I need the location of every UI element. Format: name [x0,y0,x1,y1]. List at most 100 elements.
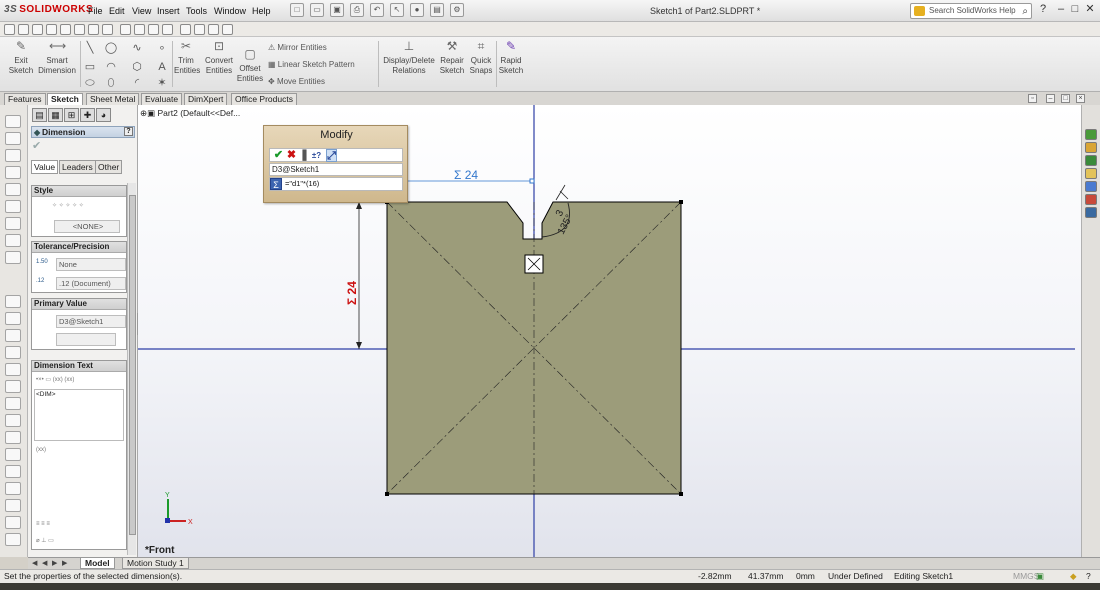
text-icon[interactable]: A [155,61,169,73]
spline-icon[interactable]: ∿ [130,42,144,54]
design-library-icon[interactable] [1085,142,1097,153]
rebuild-status-icon[interactable]: ▣ [1036,570,1044,583]
sketch-tool-icon[interactable] [5,431,21,444]
equation-sigma-icon[interactable]: Σ [270,178,282,190]
doc-restore-icon[interactable]: □ [1061,94,1070,103]
open-icon[interactable]: ▭ [310,3,324,17]
move-entities-button[interactable]: ✥ Move Entities [268,77,325,86]
dimension-name-field[interactable]: D3@Sketch1 [269,163,403,176]
point-icon[interactable]: ∘ [155,42,169,54]
insert-text-icon[interactable]: (xx) [36,447,50,457]
help-icon[interactable]: ? [124,127,133,136]
sketch-tool-icon[interactable] [5,183,21,196]
symbol-icons[interactable]: ⌀ ⊥ ▭ [36,537,116,547]
linear-sketch-pattern-button[interactable]: ▦ Linear Sketch Pattern [268,60,355,69]
section-header-primary-value[interactable]: Primary Value [32,299,126,310]
mirror-entities-button[interactable]: ⚠ Mirror Entities [268,43,327,52]
sketch-tool-icon[interactable] [5,397,21,410]
quick-snaps-button[interactable]: ⌗ Quick Snaps [468,40,494,76]
tab-sheet-metal[interactable]: Sheet Metal [86,93,140,105]
sketch-tool-icon[interactable] [5,414,21,427]
resources-icon[interactable] [1085,129,1097,140]
trim-entities-button[interactable]: ✂ Trim Entities [174,40,200,76]
modify-dialog[interactable]: Modify ✔ ✖ ❚ ±? ⤢ D3@Sketch1 Σ ="d1"*(16… [263,125,408,203]
tag-icon[interactable]: ◆ [1070,570,1077,583]
display-delete-relations-button[interactable]: ⊥ Display/Delete Relations [382,40,436,76]
tab-motion-study[interactable]: Motion Study 1 [122,558,189,569]
quick-tool-icon[interactable] [208,24,219,35]
menu-view[interactable]: View [132,6,151,16]
sketch-tool-icon[interactable] [5,533,21,546]
solidworks-forum-icon[interactable] [1085,207,1097,218]
menu-tools[interactable]: Tools [186,6,207,16]
quick-tool-icon[interactable] [180,24,191,35]
plane-icon[interactable]: ✶ [155,77,169,89]
property-manager-icon[interactable]: ▦ [48,108,63,122]
tab-model[interactable]: Model [80,558,115,569]
appearances-icon[interactable] [1085,181,1097,192]
last-tab-arrow-icon[interactable]: ▶ [62,559,71,568]
menu-file[interactable]: File [88,6,103,16]
subtab-other[interactable]: Other [95,160,123,174]
fillet-icon[interactable]: ◜ [130,77,144,89]
quick-tool-icon[interactable] [102,24,113,35]
sketch-point[interactable] [679,492,683,496]
repair-sketch-button[interactable]: ⚒ Repair Sketch [438,40,466,76]
polygon-icon[interactable]: ⬡ [130,61,144,73]
tab-sketch[interactable]: Sketch [47,93,83,105]
restore-icon[interactable]: □ [1068,3,1082,17]
solidworks-logo[interactable]: 3S SOLIDWORKS [4,4,93,15]
doc-menu-icon[interactable]: ▫ [1028,94,1037,103]
sketch-tool-icon[interactable] [5,115,21,128]
section-header-style[interactable]: Style [32,186,126,197]
primary-value-name-field[interactable]: D3@Sketch1 [56,315,126,328]
text-position-icons[interactable]: •×• ▭ (xx) (xx) [36,376,124,386]
property-manager-scrollbar[interactable] [127,183,136,555]
rebuild-icon[interactable]: ● [410,3,424,17]
view-palette-icon[interactable] [1085,168,1097,179]
print-icon[interactable]: ⎙ [350,3,364,17]
custom-properties-icon[interactable] [1085,194,1097,205]
chamfer-leader[interactable] [555,184,566,201]
new-document-icon[interactable]: □ [290,3,304,17]
dimxpert-manager-icon[interactable]: ✚ [80,108,95,122]
sketch-tool-icon[interactable] [5,346,21,359]
minimize-icon[interactable]: – [1054,3,1068,17]
subtab-leaders[interactable]: Leaders [59,160,96,174]
sketch-tool-icon[interactable] [5,312,21,325]
prev-tab-arrow-icon[interactable]: ◀ [42,559,51,568]
menu-edit[interactable]: Edit [109,6,125,16]
options-icon[interactable]: ⚙ [450,3,464,17]
arc-icon[interactable]: ◠ [104,61,118,73]
display-manager-icon[interactable]: ◕ [96,108,111,122]
select-icon[interactable]: ↖ [390,3,404,17]
search-help-input[interactable]: Search SolidWorks Help ⌕ [910,3,1032,19]
close-icon[interactable]: ✕ [1083,3,1097,17]
doc-close-icon[interactable]: × [1076,94,1085,103]
sketch-tool-icon[interactable] [5,363,21,376]
search-icon[interactable]: ⌕ [1022,5,1028,19]
offset-entities-button[interactable]: ▢ Offset Entities [236,48,264,84]
quick-tool-icon[interactable] [46,24,57,35]
sketch-tool-icon[interactable] [5,380,21,393]
quick-tool-icon[interactable] [88,24,99,35]
tab-office-products[interactable]: Office Products [231,93,297,105]
quick-tool-icon[interactable] [4,24,15,35]
justify-icons[interactable]: ≡ ≡ ≡ [36,521,116,531]
quick-tool-icon[interactable] [74,24,85,35]
primary-value-input[interactable] [56,333,116,346]
file-explorer-icon[interactable] [1085,155,1097,166]
circle-icon[interactable]: ◯ [104,42,118,54]
sketch-tool-icon[interactable] [5,132,21,145]
sketch-tool-icon[interactable] [5,465,21,478]
ellipse-icon[interactable]: ⬯ [104,77,118,89]
sketch-tool-icon[interactable] [5,166,21,179]
chamfer-leader[interactable] [559,190,569,200]
tab-features[interactable]: Features [4,93,46,105]
configuration-manager-icon[interactable]: ⊞ [64,108,79,122]
line-icon[interactable]: ╲ [83,42,97,54]
quick-tool-icon[interactable] [60,24,71,35]
sketch-tool-icon[interactable] [5,482,21,495]
undo-icon[interactable]: ↶ [370,3,384,17]
slot-icon[interactable]: ⬭ [83,77,97,89]
